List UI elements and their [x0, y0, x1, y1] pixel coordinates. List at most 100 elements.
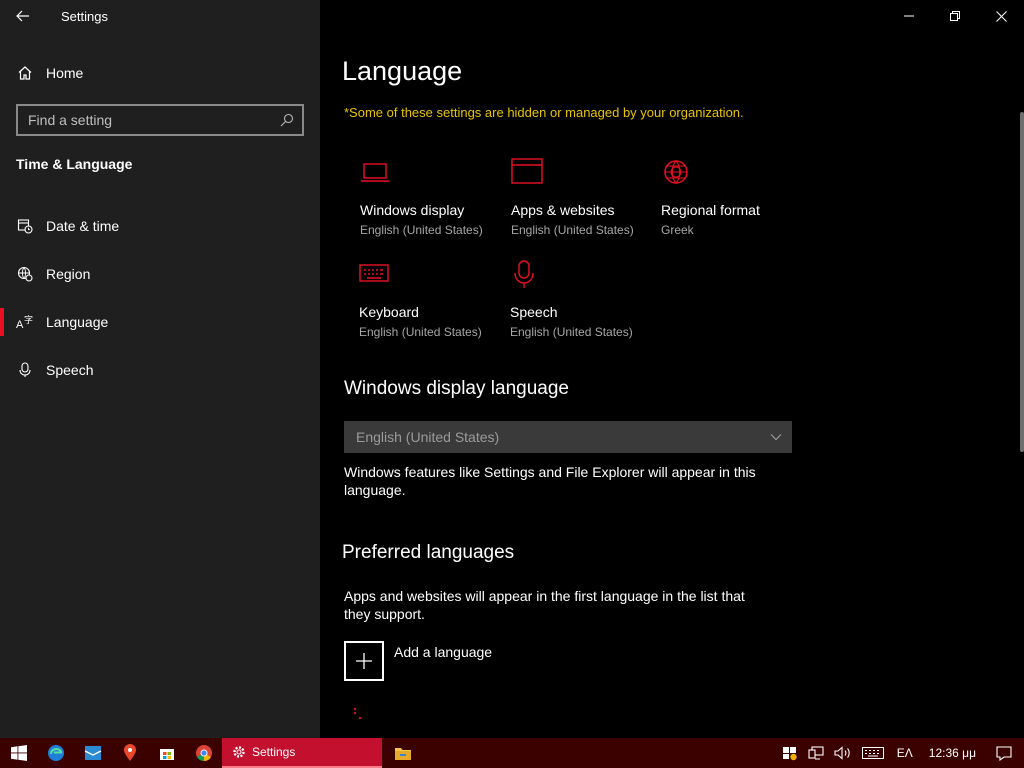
system-tray: ΕΛ 12:36 μμ — [777, 738, 1024, 768]
sidebar-item-label: Language — [46, 314, 109, 330]
network-icon — [808, 746, 824, 760]
network-tray[interactable] — [803, 738, 829, 768]
store-icon — [159, 749, 174, 760]
search-icon[interactable] — [272, 113, 302, 127]
microphone-icon — [0, 362, 46, 378]
taskbar-settings-label: Settings — [252, 745, 296, 759]
plus-icon — [344, 641, 384, 681]
svg-text:字: 字 — [24, 314, 33, 325]
org-managed-notice: *Some of these settings are hidden or ma… — [344, 105, 744, 120]
back-button[interactable] — [0, 0, 46, 32]
browser-window-icon — [511, 158, 661, 190]
svg-text:A: A — [16, 319, 24, 330]
sidebar-item-label: Date & time — [46, 218, 120, 234]
touch-keyboard-tray[interactable] — [857, 738, 889, 768]
chrome-icon — [195, 745, 212, 762]
page-title: Language — [342, 56, 463, 86]
volume-tray[interactable] — [829, 738, 857, 768]
taskbar-chrome[interactable] — [185, 738, 222, 768]
selection-indicator — [0, 308, 4, 336]
map-pin-icon — [123, 744, 136, 761]
restore-icon — [950, 11, 960, 21]
taskbar-maps[interactable] — [111, 738, 148, 768]
close-button[interactable] — [978, 0, 1024, 32]
windows-logo-icon — [10, 745, 27, 761]
tile-speech[interactable]: Speech English (United States) — [510, 260, 660, 339]
add-language-label: Add a language — [394, 644, 493, 660]
notifications-button[interactable] — [984, 738, 1024, 768]
preferred-languages-description: Apps and websites will appear in the fir… — [344, 588, 745, 622]
taskbar-app-2[interactable] — [74, 738, 111, 768]
microphone-icon — [510, 260, 660, 292]
tile-name: Keyboard — [359, 304, 419, 320]
language-icon: A字 — [0, 314, 46, 330]
tile-name: Apps & websites — [511, 202, 615, 218]
loading-dots-icon — [353, 707, 362, 720]
tile-name: Speech — [510, 304, 558, 320]
globe-gear-icon — [0, 266, 46, 282]
clock[interactable]: 12:36 μμ — [921, 738, 984, 768]
back-arrow-icon — [16, 10, 29, 22]
sidebar-item-speech[interactable]: Speech — [0, 346, 320, 394]
tile-value: Greek — [661, 223, 694, 237]
dropdown-selected-value: English (United States) — [356, 429, 500, 445]
tile-value: English (United States) — [511, 223, 634, 237]
tile-apps-websites[interactable]: Apps & websites English (United States) — [511, 158, 661, 237]
sidebar-section-title: Time & Language — [16, 156, 133, 172]
display-language-heading: Windows display language — [344, 378, 569, 399]
search-box[interactable] — [16, 104, 304, 136]
display-language-description: Windows features like Settings and File … — [344, 464, 756, 498]
globe-icon — [661, 158, 811, 190]
chevron-down-icon — [770, 434, 782, 441]
title-bar: Settings — [0, 0, 320, 32]
store-box-icon — [84, 746, 101, 760]
calendar-clock-icon — [0, 218, 46, 234]
sidebar-item-region[interactable]: Region — [0, 250, 320, 298]
sidebar-item-language[interactable]: A字 Language — [0, 298, 320, 346]
input-language-indicator[interactable]: ΕΛ — [889, 738, 921, 768]
laptop-icon — [360, 158, 510, 190]
taskbar-store[interactable] — [148, 738, 185, 768]
search-input[interactable] — [18, 112, 272, 128]
tile-name: Regional format — [661, 202, 760, 218]
taskbar-edge[interactable] — [37, 738, 74, 768]
window-controls — [886, 0, 1024, 32]
keyboard-icon — [359, 260, 509, 292]
sidebar-item-date-time[interactable]: Date & time — [0, 202, 320, 250]
keyboard-icon — [861, 747, 884, 759]
taskbar-settings-active[interactable]: Settings — [222, 738, 382, 768]
tile-keyboard[interactable]: Keyboard English (United States) — [359, 260, 509, 339]
sidebar-item-home[interactable]: Home — [0, 56, 320, 90]
taskbar-file-explorer[interactable] — [384, 738, 421, 768]
start-button[interactable] — [0, 738, 37, 768]
tile-value: English (United States) — [360, 223, 483, 237]
gear-icon — [233, 746, 245, 758]
tile-name: Windows display — [360, 202, 465, 218]
sidebar-home-label: Home — [46, 65, 84, 81]
main-content: Language *Some of these settings are hid… — [320, 0, 1024, 738]
sidebar-item-label: Speech — [46, 362, 94, 378]
edge-icon — [47, 745, 64, 761]
sidebar-nav: Date & time Region A字 Language Speech — [0, 202, 320, 394]
preferred-languages-heading: Preferred languages — [342, 542, 515, 563]
minimize-icon — [904, 15, 914, 17]
speaker-icon — [834, 746, 850, 760]
shield-warning-icon — [782, 747, 797, 761]
tile-regional-format[interactable]: Regional format Greek — [661, 158, 811, 237]
notification-icon — [996, 745, 1012, 761]
minimize-button[interactable] — [886, 0, 932, 32]
folder-icon — [394, 748, 411, 760]
sidebar-item-label: Region — [46, 266, 91, 282]
tile-value: English (United States) — [510, 325, 633, 339]
tile-windows-display[interactable]: Windows display English (United States) — [360, 158, 510, 237]
display-language-dropdown[interactable]: English (United States) — [344, 421, 792, 453]
scrollbar[interactable] — [1020, 112, 1024, 452]
close-icon — [995, 10, 1007, 22]
security-tray[interactable] — [777, 738, 803, 768]
taskbar: Settings ΕΛ 12:36 μμ — [0, 738, 1024, 768]
sidebar: Settings Home Time & Language Date & tim… — [0, 0, 320, 738]
tile-value: English (United States) — [359, 325, 482, 339]
add-language-button[interactable]: Add a language — [344, 641, 492, 681]
app-title: Settings — [61, 8, 108, 24]
restore-button[interactable] — [932, 0, 978, 32]
